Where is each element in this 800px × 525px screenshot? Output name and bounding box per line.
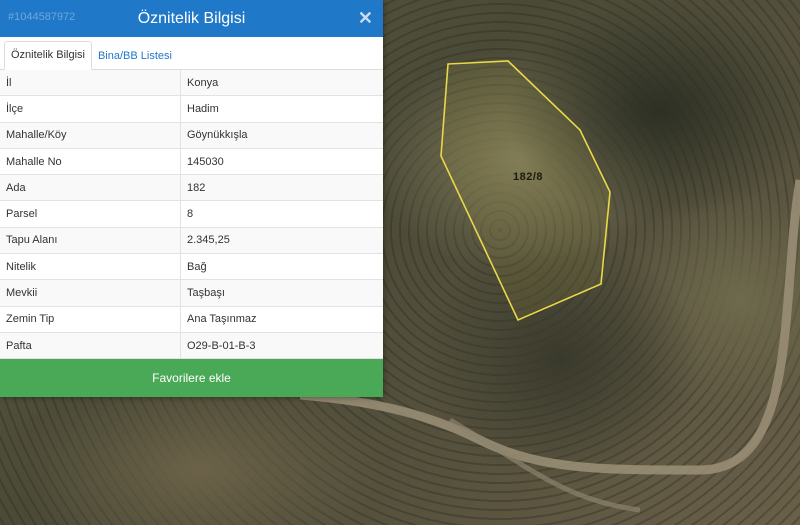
attribute-info-panel: #1044587972 Öznitelik Bilgisi ✕ Özniteli… bbox=[0, 0, 383, 397]
row-key: Mahalle No bbox=[0, 148, 181, 175]
tab-attribute-info[interactable]: Öznitelik Bilgisi bbox=[4, 41, 92, 70]
parcel-boundary[interactable] bbox=[440, 60, 611, 322]
table-row: Zemin Tip Ana Taşınmaz bbox=[0, 306, 383, 333]
table-row: İl Konya bbox=[0, 70, 383, 97]
table-row: Ada 182 bbox=[0, 175, 383, 202]
row-key: Mevkii bbox=[0, 280, 181, 306]
panel-header: #1044587972 Öznitelik Bilgisi ✕ bbox=[0, 0, 383, 37]
table-row: Mahalle/Köy Göynükkışla bbox=[0, 122, 383, 149]
row-value: Taşbaşı bbox=[187, 287, 225, 300]
row-value: 182 bbox=[187, 181, 206, 194]
listing-number: #1044587972 bbox=[8, 11, 76, 23]
table-row: Mevkii Taşbaşı bbox=[0, 280, 383, 307]
row-key: Ada bbox=[0, 175, 181, 201]
table-row: Tapu Alanı 2.345,25 bbox=[0, 227, 383, 255]
row-key: İl bbox=[0, 70, 181, 96]
table-row: Mahalle No 145030 bbox=[0, 148, 383, 176]
row-value: O29-B-01-B-3 bbox=[187, 339, 256, 352]
close-icon[interactable]: ✕ bbox=[358, 8, 373, 28]
table-row: Pafta O29-B-01-B-3 bbox=[0, 332, 383, 360]
row-value: 2.345,25 bbox=[187, 234, 230, 247]
parcel-label: 182/8 bbox=[513, 171, 544, 183]
row-key: Tapu Alanı bbox=[0, 227, 181, 254]
row-key: İlçe bbox=[0, 96, 181, 122]
row-key: Parsel bbox=[0, 201, 181, 227]
table-row: İlçe Hadim bbox=[0, 96, 383, 123]
add-to-favorites-button[interactable]: Favorilere ekle bbox=[0, 359, 383, 397]
row-key: Zemin Tip bbox=[0, 306, 181, 332]
row-value: Bağ bbox=[187, 260, 207, 273]
row-key: Pafta bbox=[0, 332, 181, 359]
row-value: 145030 bbox=[187, 155, 224, 168]
row-value: Konya bbox=[187, 76, 219, 89]
tab-bar: Öznitelik Bilgisi Bina/BB Listesi bbox=[0, 37, 383, 70]
row-value: 8 bbox=[187, 208, 194, 221]
table-row: Parsel 8 bbox=[0, 201, 383, 228]
panel-title: Öznitelik Bilgisi bbox=[137, 9, 246, 27]
row-key: Mahalle/Köy bbox=[0, 122, 181, 148]
row-value: Göynükkışla bbox=[187, 129, 248, 142]
row-value: Hadim bbox=[187, 102, 219, 115]
row-value: Ana Taşınmaz bbox=[187, 313, 257, 326]
tab-building-list[interactable]: Bina/BB Listesi bbox=[92, 43, 178, 70]
table-row: Nitelik Bağ bbox=[0, 254, 383, 281]
row-key: Nitelik bbox=[0, 254, 181, 280]
attribute-table: İl Konya İlçe Hadim Mahalle/Köy Göynükkışla… bbox=[0, 70, 383, 360]
